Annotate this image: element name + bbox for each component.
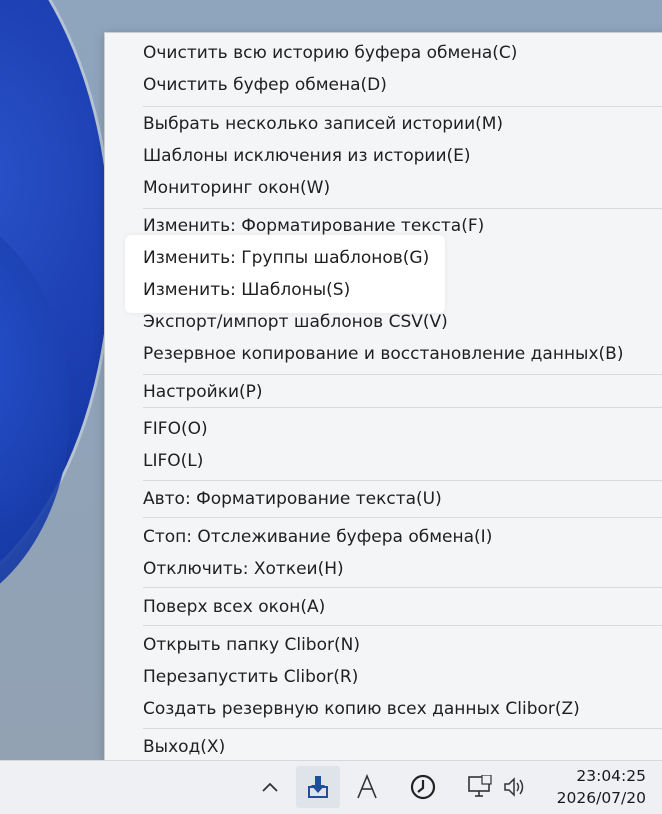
- menu-item-create-backup[interactable]: Создать резервную копию всех данных Clib…: [143, 693, 580, 725]
- menu-separator: [143, 625, 662, 626]
- menu-item-fifo[interactable]: FIFO(O): [143, 413, 208, 445]
- clibor-tray-button[interactable]: [296, 766, 340, 808]
- chevron-up-icon: [262, 782, 278, 792]
- menu-item-clear-clipboard[interactable]: Очистить буфер обмена(D): [143, 69, 387, 101]
- clock-icon: [410, 774, 436, 800]
- menu-item-backup-restore[interactable]: Резервное копирование и восстановление д…: [143, 338, 623, 370]
- menu-item-settings[interactable]: Настройки(P): [143, 376, 263, 408]
- context-menu: Очистить всю историю буфера обмена(C) Оч…: [104, 32, 662, 762]
- menu-separator: [143, 374, 662, 375]
- menu-item-lifo[interactable]: LIFO(L): [143, 445, 203, 477]
- menu-item-open-folder[interactable]: Открыть папку Clibor(N): [143, 629, 360, 661]
- clock-date: 2026/07/20: [556, 789, 646, 807]
- font-a-icon: [357, 774, 377, 799]
- show-hidden-icons-button[interactable]: [252, 766, 288, 808]
- menu-item-clear-all-history[interactable]: Очистить всю историю буфера обмена(C): [143, 37, 517, 69]
- menu-item-stop-monitoring[interactable]: Стоп: Отслеживание буфера обмена(I): [143, 521, 492, 553]
- network-icon: [468, 775, 492, 797]
- menu-item-edit-text-formatting[interactable]: Изменить: Форматирование текста(F): [143, 210, 484, 242]
- menu-item-exclusion-templates[interactable]: Шаблоны исключения из истории(E): [143, 140, 471, 172]
- taskbar-clock[interactable]: 23:04:25 2026/07/20: [557, 765, 646, 809]
- menu-item-always-on-top[interactable]: Поверх всех окон(A): [143, 591, 325, 623]
- speaker-icon: [504, 777, 524, 797]
- menu-separator: [143, 106, 662, 107]
- clibor-download-icon: [308, 776, 328, 798]
- font-tray-button[interactable]: [348, 766, 386, 808]
- menu-separator: [143, 517, 662, 518]
- menu-separator: [143, 208, 662, 209]
- network-tray-button[interactable]: [462, 766, 498, 808]
- menu-item-export-import-csv[interactable]: Экспорт/импорт шаблонов CSV(V): [143, 306, 448, 338]
- menu-separator: [143, 728, 662, 729]
- menu-separator: [143, 407, 662, 408]
- menu-item-restart[interactable]: Перезапустить Clibor(R): [143, 661, 358, 693]
- menu-item-select-multiple[interactable]: Выбрать несколько записей истории(M): [143, 108, 503, 140]
- menu-item-edit-template-groups[interactable]: Изменить: Группы шаблонов(G): [143, 242, 429, 274]
- taskbar: 23:04:25 2026/07/20: [0, 760, 662, 814]
- menu-separator: [143, 480, 662, 481]
- menu-item-disable-hotkeys[interactable]: Отключить: Хоткеи(H): [143, 553, 344, 585]
- menu-item-window-monitoring[interactable]: Мониторинг окон(W): [143, 172, 330, 204]
- menu-item-edit-templates[interactable]: Изменить: Шаблоны(S): [143, 274, 350, 306]
- clock-time: 23:04:25: [576, 767, 646, 785]
- menu-item-exit[interactable]: Выход(X): [143, 731, 225, 763]
- menu-separator: [143, 587, 662, 588]
- menu-item-auto-text-formatting[interactable]: Авто: Форматирование текста(U): [143, 483, 442, 515]
- clock-tray-button[interactable]: [404, 766, 442, 808]
- volume-tray-button[interactable]: [500, 766, 530, 808]
